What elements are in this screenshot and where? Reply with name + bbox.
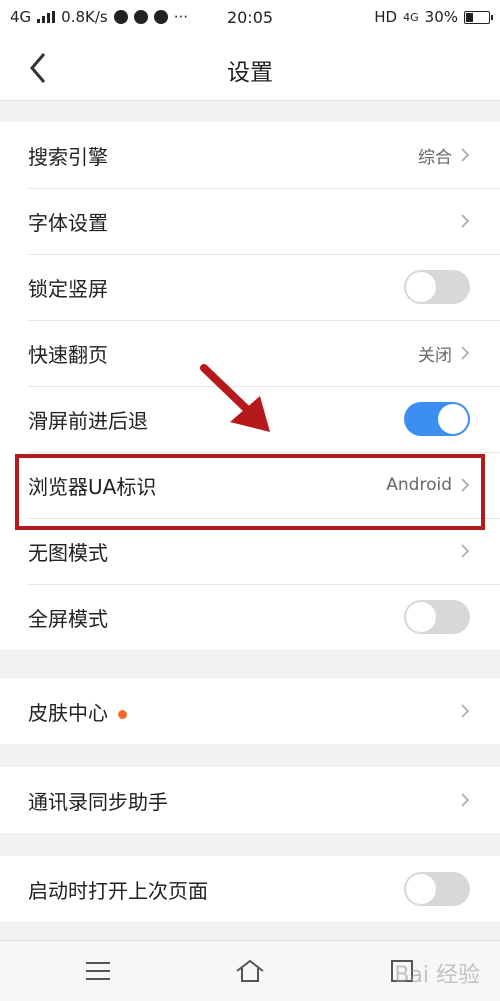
settings-row-control: Android [386,475,470,495]
menu-icon[interactable] [82,957,114,985]
settings-row-label: 锁定竖屏 [28,276,108,301]
bottom-bar: Bai 经验 [0,940,500,1001]
new-dot-icon [118,709,127,719]
toggle-switch[interactable] [404,402,470,436]
settings-row-label: 启动时打开上次页面 [28,878,208,903]
toggle-knob [438,404,468,434]
settings-row: 全屏模式 [0,584,500,650]
chevron-right-icon [461,793,470,807]
settings-group-startup: 启动时打开上次页面 [0,856,500,922]
toggle-switch[interactable] [404,872,470,906]
settings-row-label: 浏览器UA标识 [28,474,157,499]
toggle-knob [406,602,436,632]
settings-row-control [460,792,470,808]
network-type-right: 4G [403,10,419,24]
settings-row[interactable]: 快速翻页 关闭 [0,320,500,386]
settings-row-control: 关闭 [418,341,470,366]
settings-row[interactable]: 搜索引擎 综合 [0,122,500,188]
battery-percent: 30% [424,8,458,26]
settings-row-label: 快速翻页 [28,342,108,367]
settings-row-control: 综合 [418,143,470,168]
chevron-right-icon [461,478,470,492]
toggle-knob [406,874,436,904]
hd-indicator: HD [374,8,398,26]
settings-row-control [404,402,470,436]
settings-row[interactable]: 通讯录同步助手 [0,767,500,833]
settings-row: 启动时打开上次页面 [0,856,500,922]
home-icon[interactable] [234,957,266,985]
chevron-right-icon [461,704,470,718]
toggle-switch[interactable] [404,270,470,304]
settings-row-label: 全屏模式 [28,606,108,631]
watermark: Bai 经验 [394,963,480,988]
toggle-knob [406,272,436,302]
settings-row-label: 无图模式 [28,540,108,565]
settings-row: 滑屏前进后退 [0,386,500,452]
settings-row[interactable]: 无图模式 [0,518,500,584]
status-right: HD 4G 30% [374,8,493,26]
settings-row-control [404,872,470,906]
settings-row-label: 皮肤中心 [28,697,127,726]
settings-row: 锁定竖屏 [0,254,500,320]
settings-row-label: 滑屏前进后退 [28,408,148,433]
settings-group-contacts: 通讯录同步助手 [0,767,500,833]
settings-row-label: 字体设置 [28,210,108,235]
settings-row[interactable]: 字体设置 [0,188,500,254]
battery-icon [464,10,493,24]
nav-bar: 设置 [0,36,500,101]
settings-row-control [460,543,470,559]
settings-group-main: 搜索引擎 综合字体设置锁定竖屏快速翻页 关闭滑屏前进后退 浏览器UA标识 Android… [0,122,500,650]
chevron-right-icon [461,214,470,228]
settings-row-control [460,213,470,229]
settings-row-label: 搜索引擎 [28,144,108,169]
chevron-right-icon [461,544,470,558]
settings-row-control [404,600,470,634]
status-bar: 4G 0.8K/s ··· 20:05 HD 4G 30% [0,0,500,36]
chevron-right-icon [461,346,470,360]
settings-row-control [460,703,470,719]
chevron-right-icon [461,148,470,162]
settings-row-value: 关闭 [418,345,452,366]
settings-row[interactable]: 皮肤中心 [0,678,500,744]
settings-row-control [404,270,470,304]
settings-row-value: 综合 [418,147,452,168]
settings-row-value: Android [386,475,452,495]
page-title: 设置 [227,60,273,86]
settings-row[interactable]: 浏览器UA标识 Android [0,452,500,518]
toggle-switch[interactable] [404,600,470,634]
settings-row-label: 通讯录同步助手 [28,789,168,814]
settings-group-skin: 皮肤中心 [0,678,500,744]
